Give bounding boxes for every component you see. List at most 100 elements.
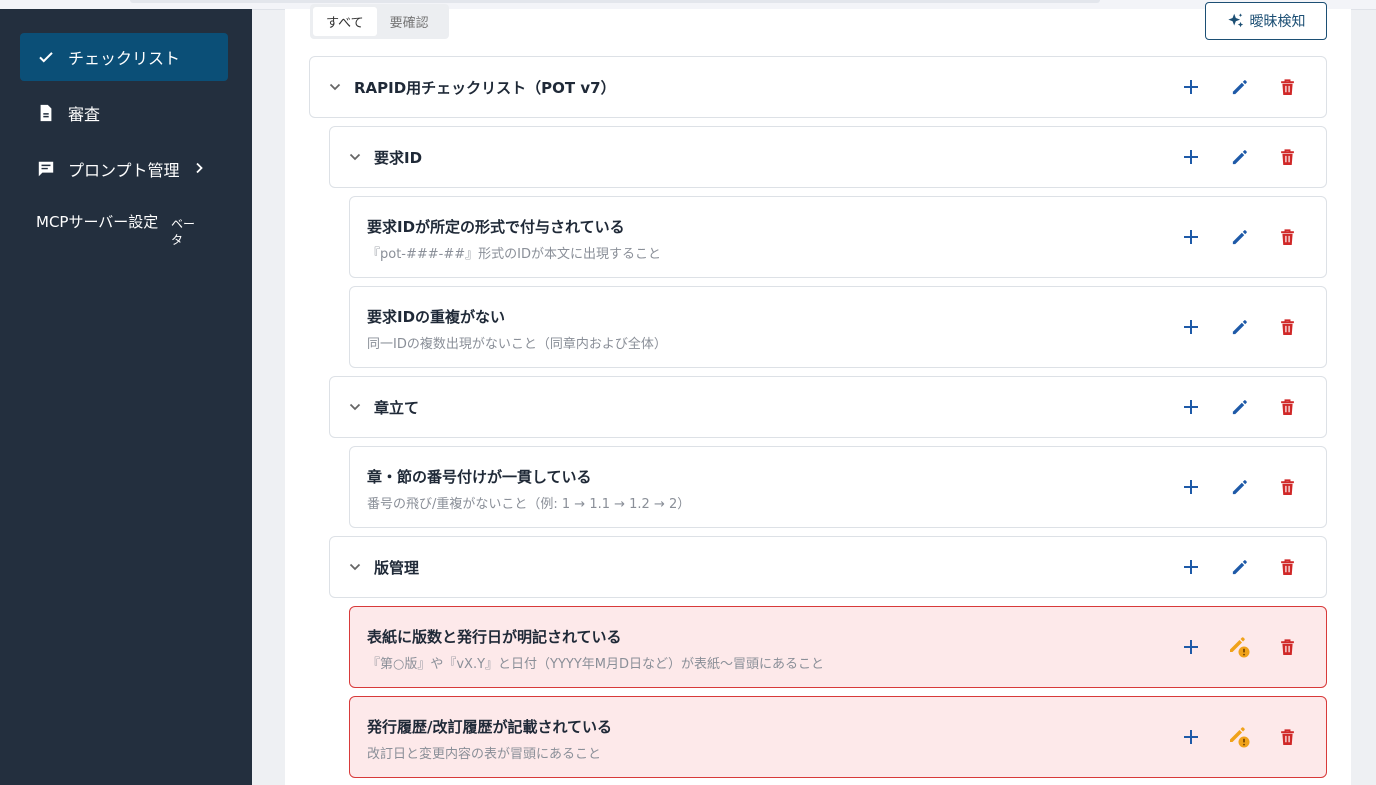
- document-icon: [36, 103, 56, 123]
- trash-icon: [1280, 318, 1294, 335]
- item-title: 発行履歴/改訂履歴が記載されている: [367, 718, 613, 736]
- item-title: 章・節の番号付けが一貫している: [367, 468, 592, 486]
- filter-all[interactable]: すべて: [313, 7, 377, 36]
- edit-button[interactable]: [1228, 316, 1250, 338]
- sidebar-item-prompt-management[interactable]: プロンプト管理: [20, 145, 228, 193]
- trash-icon: [1280, 78, 1294, 95]
- trash-icon: [1280, 728, 1294, 745]
- add-button[interactable]: [1180, 556, 1202, 578]
- sidebar-item-mcp-server-settings[interactable]: MCPサーバー設定 ベータ: [36, 211, 236, 261]
- plus-icon: [1184, 230, 1198, 244]
- ambiguity-detection-label: 曖昧検知: [1249, 14, 1306, 30]
- pencil-warning-icon: [1230, 637, 1250, 658]
- checklist-item-warning: 表紙に版数と発行日が明記されている 『第○版』や『vX.Y』と日付（YYYY年M…: [349, 606, 1327, 688]
- ambiguity-detection-button[interactable]: 曖昧検知: [1205, 2, 1327, 40]
- pencil-warning-icon: [1230, 727, 1250, 748]
- pencil-icon: [1232, 149, 1247, 164]
- checklist-group: 章立て: [329, 376, 1327, 438]
- add-button[interactable]: [1180, 316, 1202, 338]
- plus-icon: [1184, 730, 1198, 744]
- sidebar-item-label: プロンプト管理: [68, 161, 180, 180]
- sidebar-item-label: 審査: [68, 105, 101, 124]
- prompt-icon: [36, 159, 56, 179]
- pencil-icon: [1232, 479, 1247, 494]
- item-description: 『pot-###-##』形式のIDが本文に出現すること: [367, 247, 661, 262]
- item-description: 『第○版』や『vX.Y』と日付（YYYY年M月D日など）が表紙〜冒頭にあること: [367, 657, 825, 672]
- edit-warning-button[interactable]: [1228, 726, 1250, 748]
- delete-button[interactable]: [1276, 316, 1298, 338]
- delete-button[interactable]: [1276, 76, 1298, 98]
- add-button[interactable]: [1180, 476, 1202, 498]
- trash-icon: [1280, 638, 1294, 655]
- item-description: 同一IDの複数出現がないこと（同章内および全体）: [367, 337, 667, 352]
- trash-icon: [1280, 228, 1294, 245]
- add-button[interactable]: [1180, 146, 1202, 168]
- checklist-group: 要求ID: [329, 126, 1327, 188]
- sidebar: チェックリスト 審査 プロンプト管理 MCPサーバー設定 ベータ: [0, 9, 252, 785]
- add-button[interactable]: [1180, 396, 1202, 418]
- group-title: 要求ID: [374, 149, 423, 167]
- address-bar: [130, 0, 1100, 3]
- pencil-icon: [1232, 319, 1247, 334]
- beta-badge: ベータ: [171, 217, 196, 247]
- delete-button[interactable]: [1276, 146, 1298, 168]
- checklist-title: RAPID用チェックリスト（POT v7）: [354, 79, 616, 97]
- edit-button[interactable]: [1228, 556, 1250, 578]
- edit-warning-button[interactable]: [1228, 636, 1250, 658]
- checklist-group: 版管理: [329, 536, 1327, 598]
- pencil-icon: [1232, 229, 1247, 244]
- plus-icon: [1184, 640, 1198, 654]
- item-title: 要求IDの重複がない: [367, 308, 506, 326]
- pencil-icon: [1232, 559, 1247, 574]
- chevron-down-icon[interactable]: [348, 560, 362, 574]
- delete-button[interactable]: [1276, 556, 1298, 578]
- delete-button[interactable]: [1276, 476, 1298, 498]
- plus-icon: [1184, 560, 1198, 574]
- add-button[interactable]: [1180, 226, 1202, 248]
- edit-button[interactable]: [1228, 476, 1250, 498]
- chevron-down-icon[interactable]: [348, 150, 362, 164]
- chevron-down-icon[interactable]: [328, 80, 342, 94]
- chevron-down-icon[interactable]: [348, 400, 362, 414]
- plus-icon: [1184, 80, 1198, 94]
- sparkle-icon: [1227, 12, 1245, 30]
- sidebar-item-review[interactable]: 審査: [20, 89, 228, 137]
- delete-button[interactable]: [1276, 396, 1298, 418]
- filter-needs-review[interactable]: 要確認: [377, 7, 442, 36]
- plus-icon: [1184, 320, 1198, 334]
- item-title: 表紙に版数と発行日が明記されている: [367, 628, 622, 646]
- filter-toggle: すべて 要確認: [310, 4, 449, 39]
- item-description: 改訂日と変更内容の表が冒頭にあること: [367, 747, 602, 762]
- pencil-icon: [1232, 79, 1247, 94]
- item-description: 番号の飛び/重複がないこと（例: 1 → 1.1 → 1.2 → 2）: [367, 497, 691, 512]
- checklist-item-warning: 発行履歴/改訂履歴が記載されている 改訂日と変更内容の表が冒頭にあること: [349, 696, 1327, 778]
- checklist-item: 要求IDが所定の形式で付与されている 『pot-###-##』形式のIDが本文に…: [349, 196, 1327, 278]
- edit-button[interactable]: [1228, 396, 1250, 418]
- edit-button[interactable]: [1228, 146, 1250, 168]
- trash-icon: [1280, 478, 1294, 495]
- edit-button[interactable]: [1228, 226, 1250, 248]
- plus-icon: [1184, 150, 1198, 164]
- checklist-item: 章・節の番号付けが一貫している 番号の飛び/重複がないこと（例: 1 → 1.1…: [349, 446, 1327, 528]
- check-icon: [36, 47, 56, 67]
- checklist-item: 要求IDの重複がない 同一IDの複数出現がないこと（同章内および全体）: [349, 286, 1327, 368]
- edit-button[interactable]: [1228, 76, 1250, 98]
- sidebar-item-label: MCPサーバー設定: [36, 213, 159, 231]
- plus-icon: [1184, 400, 1198, 414]
- add-button[interactable]: [1180, 636, 1202, 658]
- sidebar-item-checklist[interactable]: チェックリスト: [20, 33, 228, 81]
- pencil-icon: [1232, 399, 1247, 414]
- add-button[interactable]: [1180, 726, 1202, 748]
- trash-icon: [1280, 148, 1294, 165]
- trash-icon: [1280, 558, 1294, 575]
- plus-icon: [1184, 480, 1198, 494]
- delete-button[interactable]: [1276, 726, 1298, 748]
- delete-button[interactable]: [1276, 226, 1298, 248]
- group-title: 版管理: [374, 559, 420, 577]
- delete-button[interactable]: [1276, 636, 1298, 658]
- add-button[interactable]: [1180, 76, 1202, 98]
- trash-icon: [1280, 398, 1294, 415]
- item-title: 要求IDが所定の形式で付与されている: [367, 218, 625, 236]
- checklist-root: RAPID用チェックリスト（POT v7）: [309, 56, 1327, 118]
- chevron-right-icon: [194, 160, 204, 178]
